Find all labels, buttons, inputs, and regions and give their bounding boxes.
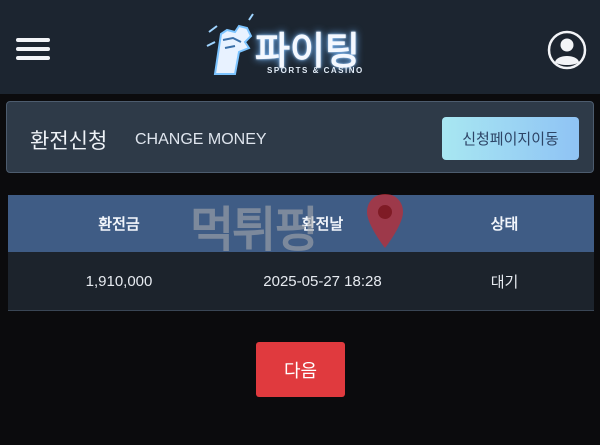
table-row: 1,910,000 2025-05-27 18:28 대기 [8, 252, 594, 311]
cell-date: 2025-05-27 18:28 [263, 272, 382, 290]
header-status: 상태 [490, 216, 519, 233]
site-logo[interactable]: 파이팅 SPORTS & CASINO [205, 10, 395, 82]
next-button[interactable]: 다음 [256, 342, 345, 397]
table-header: 환전금 환전날 상태 [8, 195, 594, 252]
cell-status: 대기 [490, 273, 519, 291]
user-account-icon[interactable] [547, 30, 587, 70]
header-amount: 환전금 [98, 216, 140, 233]
exchange-history-table: 환전금 환전날 상태 1,910,000 2025-05-27 18:28 대기 [8, 195, 594, 311]
header-date: 환전날 [301, 216, 344, 233]
exchange-subtitle: CHANGE MONEY [135, 131, 267, 148]
menu-line [16, 38, 50, 42]
menu-line [16, 47, 50, 51]
goto-request-page-button[interactable]: 신청페이지이동 [442, 117, 579, 160]
exchange-request-bar: 환전신청 CHANGE MONEY 신청페이지이동 [6, 101, 594, 173]
fist-logo-icon [206, 13, 254, 75]
top-header: 파이팅 SPORTS & CASINO [0, 0, 600, 94]
exchange-title: 환전신청 [30, 130, 108, 153]
logo-tagline: SPORTS & CASINO [267, 66, 364, 75]
cell-amount: 1,910,000 [85, 272, 153, 290]
menu-line [16, 56, 50, 60]
hamburger-menu-icon[interactable] [16, 36, 52, 62]
